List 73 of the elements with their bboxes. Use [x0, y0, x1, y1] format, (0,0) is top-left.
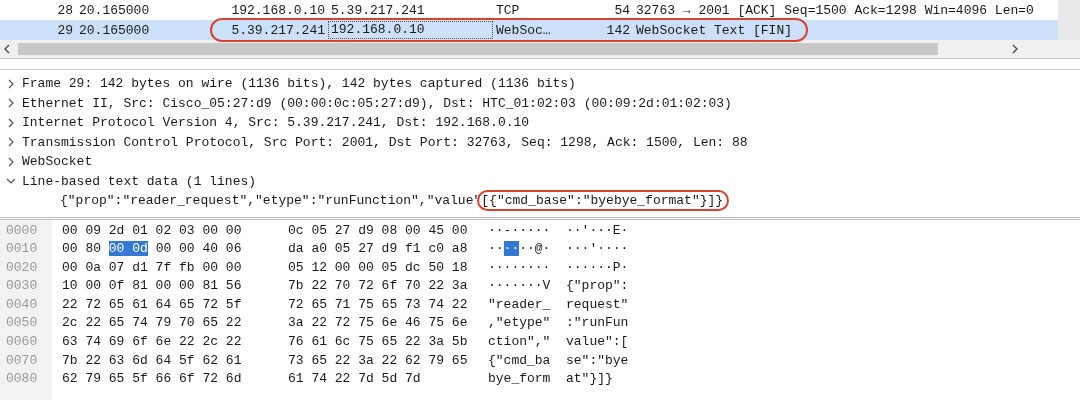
- hex-bytes: 62 79 65 5f 66 6f 72 6d: [62, 370, 243, 389]
- packet-length: 142: [605, 22, 631, 38]
- hex-bytes: 3a 22 72 75 6e 46 75 6e: [288, 314, 469, 333]
- packet-protocol: WebSoc…: [495, 22, 552, 38]
- tree-item-label: Line-based text data (1 lines): [22, 173, 257, 189]
- ascii-bytes: bye_form: [488, 370, 552, 389]
- tree-item-label: Internet Protocol Version 4, Src: 5.39.217.241, Dst: 192.168.0.10: [22, 115, 530, 131]
- hex-bytes: 0c 05 27 d9 08 00 45 00: [288, 221, 469, 240]
- byte-offset: 0070: [6, 351, 39, 370]
- tree-item[interactable]: Transmission Control Protocol, Src Port: 2001, Dst Port: 32763, Seq: 1298, Ack: 1500, Len: 88: [0, 132, 1080, 152]
- packet-time: 20.165000: [78, 22, 151, 38]
- tree-item[interactable]: Ethernet II, Src: Cisco_05:27:d9 (00:00:0c:05:27:d9), Dst: HTC_01:02:03 (00:09:2d:01:02:03): [0, 93, 1080, 113]
- ascii-bytes: ,"etype": [488, 314, 552, 333]
- packet-info: WebSocket Text [FIN]: [635, 22, 794, 38]
- hex-bytes: 76 61 6c 75 65 22 3a 5b: [288, 333, 469, 352]
- tree-item[interactable]: Frame 29: 142 bytes on wire (1136 bits), 142 bytes captured (1136 bits): [0, 74, 1080, 94]
- byte-offset: 0080: [6, 370, 39, 389]
- byte-offset: 0060: [6, 333, 39, 352]
- ascii-bytes: ···'····: [566, 240, 629, 259]
- hex-bytes: 72 65 71 75 65 73 74 22: [288, 295, 469, 314]
- hex-bytes: 10 00 0f 81 00 00 81 56: [62, 277, 243, 296]
- ascii-bytes: "reader_: [488, 295, 552, 314]
- ascii-bytes: se":"bye: [566, 351, 629, 370]
- tree-item[interactable]: WebSocket: [0, 152, 1080, 172]
- ascii-bytes: request": [566, 295, 629, 314]
- byte-offset: 0030: [6, 277, 39, 296]
- hex-bytes: 05 12 00 00 05 dc 50 18: [288, 258, 469, 277]
- tree-item[interactable]: Internet Protocol Version 4, Src: 5.39.217.241, Dst: 192.168.0.10: [0, 113, 1080, 133]
- packet-row[interactable]: 29 20.165000 5.39.217.241 192.168.0.10 WebSoc… 142 WebSocket Text [FIN]: [0, 20, 1080, 40]
- ascii-bytes: ··-·····: [488, 221, 552, 240]
- tree-item-label: WebSocket: [22, 154, 93, 170]
- packet-number: 29: [56, 22, 74, 38]
- byte-offset: 0050: [6, 314, 39, 333]
- hex-bytes: 22 72 65 61 64 65 72 5f: [62, 295, 243, 314]
- packet-time: 20.165000: [78, 2, 151, 18]
- hex-bytes: 7b 22 63 6d 64 5f 62 61: [62, 351, 243, 370]
- hex-bytes: 00 09 2d 01 02 03 00 00: [62, 221, 243, 240]
- packet-length: 54: [613, 2, 631, 18]
- packet-info: 32763 → 2001 [ACK] Seq=1500 Ack=1298 Win=4096 Len=0: [635, 2, 1035, 18]
- tree-item-label: Ethernet II, Src: Cisco_05:27:d9 (00:00:0c:05:27:d9), Dst: HTC_01:02:03 (00:09:2d:01:02:03): [22, 95, 732, 111]
- ascii-bytes: ··'···E·: [566, 221, 629, 240]
- ascii-bytes: {"cmd_ba: [488, 351, 552, 370]
- hex-bytes: 7b 22 70 72 6f 70 22 3a: [288, 277, 469, 296]
- packet-source: 5.39.217.241: [230, 22, 326, 38]
- tree-item-label: Frame 29: 142 bytes on wire (1136 bits), 142 bytes captured (1136 bits): [22, 76, 576, 92]
- hex-bytes: 00 0a 07 d1 7f fb 00 00: [62, 258, 243, 277]
- hex-bytes: 2c 22 65 74 79 70 65 22: [62, 314, 243, 333]
- hex-bytes: 61 74 22 7d 5d 7d: [288, 370, 422, 389]
- packet-protocol: TCP: [495, 2, 521, 18]
- ascii-bytes: at"}]}: [566, 370, 613, 389]
- packet-source: 192.168.0.10: [230, 2, 326, 18]
- byte-offset: 0000: [6, 221, 39, 240]
- byte-offset: 0020: [6, 258, 39, 277]
- byte-offset: 0010: [6, 240, 39, 259]
- packet-number: 28: [56, 2, 74, 18]
- hex-bytes: 73 65 22 3a 22 62 79 65: [288, 351, 469, 370]
- hex-bytes: 63 74 69 6f 6e 22 2c 22: [62, 333, 243, 352]
- hex-bytes: da a0 05 27 d9 f1 c0 a8: [288, 240, 469, 259]
- packet-destination: 5.39.217.241: [330, 2, 426, 18]
- ascii-bytes: :"runFun: [566, 314, 629, 333]
- packet-destination: 192.168.0.10: [328, 21, 493, 39]
- ascii-bytes: ········: [488, 258, 552, 277]
- ascii-bytes: value":[: [566, 333, 629, 352]
- ascii-bytes: {"prop":: [566, 277, 629, 296]
- ascii-bytes: ction",": [488, 333, 552, 352]
- ascii-bytes: ·······V: [488, 277, 552, 296]
- tree-item-label: Transmission Control Protocol, Src Port: 2001, Dst Port: 32763, Seq: 1298, Ack: 1500, Len: 88: [22, 134, 748, 150]
- packet-row[interactable]: 28 20.165000 192.168.0.10 5.39.217.241 TCP 54 32763 → 2001 [ACK] Seq=1500 Ack=1298 Win=4096 Len=0: [0, 0, 1080, 20]
- byte-offset: 0040: [6, 295, 39, 314]
- ascii-bytes: ······@·: [488, 240, 552, 259]
- ascii-bytes: ······P·: [566, 258, 629, 277]
- hex-bytes: 00 80 00 0d 00 00 40 06: [62, 240, 243, 259]
- tree-item[interactable]: Line-based text data (1 lines): [0, 171, 1080, 191]
